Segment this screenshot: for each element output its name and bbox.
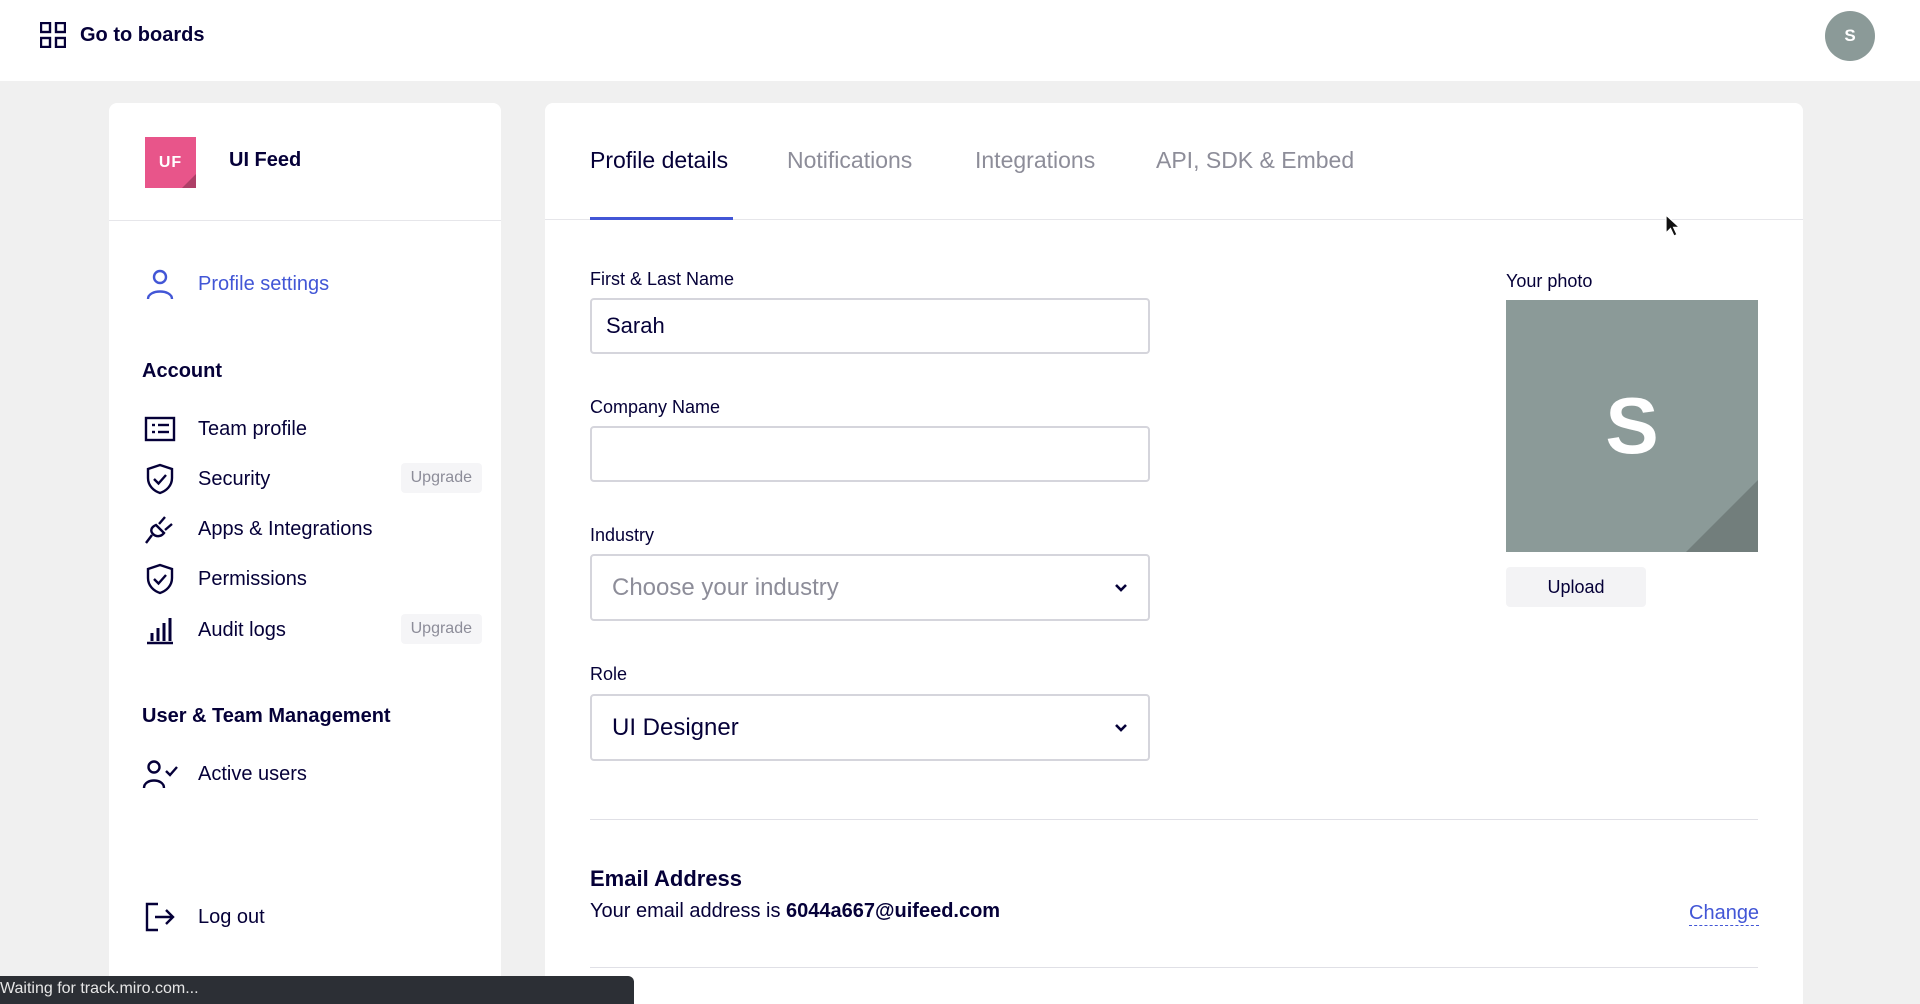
sidebar-item-profile-settings[interactable]: Profile settings — [142, 264, 482, 304]
active-tab-indicator — [590, 217, 733, 220]
upgrade-badge[interactable]: Upgrade — [400, 614, 482, 644]
sidebar-item-label: Profile settings — [198, 272, 330, 295]
tab-profile-details[interactable]: Profile details — [590, 147, 728, 174]
sidebar-item-label: Active users — [198, 762, 307, 785]
upload-button[interactable]: Upload — [1506, 567, 1646, 607]
sidebar-item-label: Permissions — [198, 567, 307, 590]
settings-tabs: Profile details Notifications Integratio… — [545, 103, 1803, 220]
profile-photo: S — [1506, 300, 1758, 552]
divider — [590, 967, 1758, 968]
sidebar-item-active-users[interactable]: Active users — [142, 754, 482, 794]
tab-api-sdk-embed[interactable]: API, SDK & Embed — [1156, 147, 1354, 174]
sidebar-item-audit-logs[interactable]: Audit logs Upgrade — [142, 610, 482, 650]
company-label: Company Name — [590, 397, 721, 417]
industry-placeholder: Choose your industry — [612, 573, 839, 601]
shield-check-icon — [142, 561, 178, 597]
logout-label: Log out — [198, 905, 265, 928]
profile-panel: Profile details Notifications Integratio… — [545, 103, 1803, 1004]
plug-icon — [142, 511, 178, 547]
sidebar-item-apps-integrations[interactable]: Apps & Integrations — [142, 509, 482, 549]
sidebar-item-team-profile[interactable]: Team profile — [142, 409, 482, 449]
tab-integrations[interactable]: Integrations — [975, 147, 1095, 174]
sidebar-item-label: Security — [198, 467, 271, 490]
company-input[interactable] — [590, 426, 1150, 482]
account-heading: Account — [142, 360, 222, 382]
mouse-cursor-icon — [1665, 214, 1681, 237]
user-icon — [142, 266, 178, 302]
email-section-title: Email Address — [590, 866, 743, 891]
go-to-boards-link[interactable]: Go to boards — [40, 22, 204, 48]
id-card-icon — [142, 411, 178, 447]
role-value: UI Designer — [612, 713, 739, 741]
role-select[interactable]: UI Designer — [590, 694, 1150, 761]
team-logo: UF — [145, 137, 196, 188]
email-address: 6044a667@uifeed.com — [786, 900, 1001, 922]
photo-label: Your photo — [1506, 271, 1593, 291]
role-label: Role — [590, 664, 628, 684]
logout-icon — [142, 899, 178, 935]
bar-chart-icon — [142, 612, 178, 648]
industry-select[interactable]: Choose your industry — [590, 554, 1150, 621]
top-bar: Go to boards S — [0, 0, 1920, 81]
change-email-link[interactable]: Change — [1689, 902, 1760, 926]
name-input[interactable] — [590, 298, 1150, 354]
go-to-boards-label: Go to boards — [80, 23, 205, 46]
upgrade-badge[interactable]: Upgrade — [400, 463, 482, 493]
team-header: UF UI Feed — [109, 103, 501, 221]
team-name: UI Feed — [229, 149, 302, 171]
team-initials: UF — [158, 153, 183, 171]
sidebar-item-security[interactable]: Security Upgrade — [142, 459, 482, 499]
user-avatar[interactable]: S — [1825, 11, 1875, 61]
sidebar-item-label: Audit logs — [198, 618, 286, 641]
user-team-management-heading: User & Team Management — [142, 705, 391, 727]
chevron-down-icon — [1115, 723, 1127, 732]
shield-check-icon — [142, 461, 178, 497]
email-text: Your email address is 6044a667@uifeed.co… — [590, 900, 1000, 923]
tab-notifications[interactable]: Notifications — [787, 147, 912, 174]
industry-label: Industry — [590, 525, 655, 545]
sidebar-item-label: Apps & Integrations — [198, 517, 373, 540]
settings-sidebar: UF UI Feed Profile settings Account Team… — [109, 103, 501, 1004]
grid-icon — [40, 22, 66, 48]
email-prefix: Your email address is — [590, 900, 781, 922]
photo-initial: S — [1605, 381, 1659, 470]
user-check-icon — [142, 756, 178, 792]
name-label: First & Last Name — [590, 269, 735, 289]
divider — [590, 819, 1758, 820]
logout-button[interactable]: Log out — [142, 897, 482, 937]
sidebar-item-permissions[interactable]: Permissions — [142, 559, 482, 599]
sidebar-item-label: Team profile — [198, 417, 307, 440]
browser-status-bar: Waiting for track.miro.com... — [0, 976, 634, 1004]
chevron-down-icon — [1115, 583, 1127, 592]
